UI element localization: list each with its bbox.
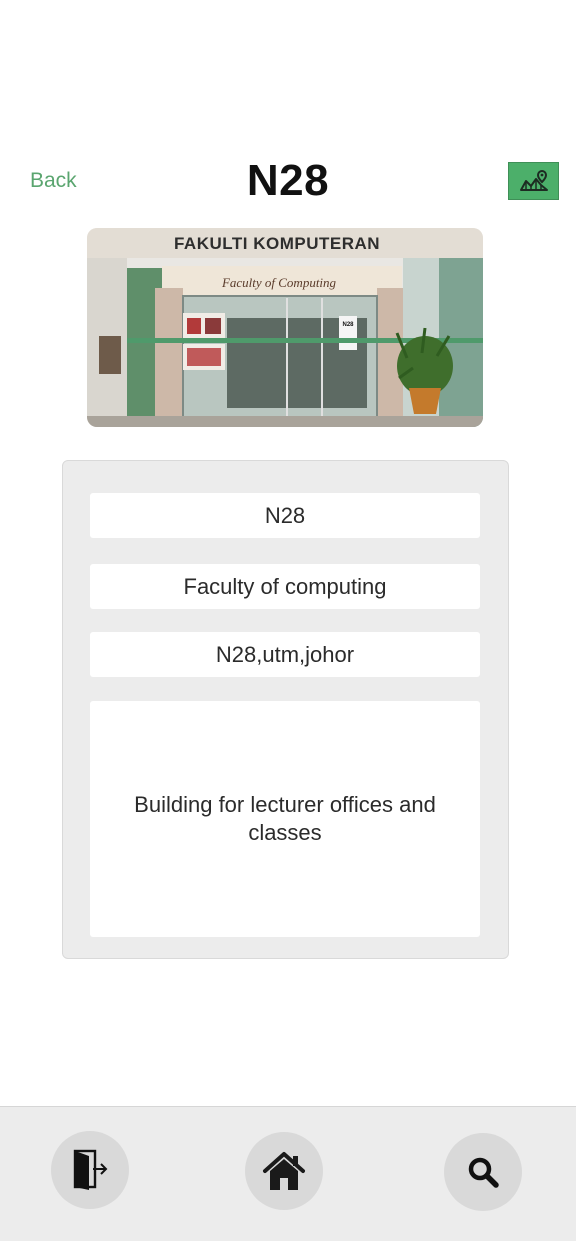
exit-button[interactable]: [51, 1131, 129, 1209]
map-pin-icon: [519, 169, 548, 191]
search-icon: [468, 1157, 499, 1188]
poster-label: N28: [342, 322, 354, 328]
page-title: N28: [246, 156, 330, 205]
building-subsign-text: Faculty of Computing: [221, 275, 337, 290]
building-info-card: N28 Faculty of computing N28,utm,johor B…: [62, 460, 509, 959]
building-address-field: N28,utm,johor: [90, 632, 480, 677]
building-detail-screen: Back N28 FAKULTI KOMPUTERAN Faculty of C…: [0, 0, 576, 1241]
map-button[interactable]: [508, 162, 559, 200]
building-code-field: N28: [90, 493, 480, 538]
search-button[interactable]: [444, 1133, 522, 1211]
bottom-navigation: [0, 1106, 576, 1241]
building-name-field: Faculty of computing: [90, 564, 480, 609]
home-button[interactable]: [245, 1132, 323, 1210]
building-sign-text: FAKULTI KOMPUTERAN: [174, 234, 380, 253]
exit-door-icon: [73, 1149, 108, 1190]
home-icon: [263, 1152, 305, 1190]
building-description-field: Building for lecturer offices and classe…: [90, 701, 480, 937]
header: Back N28: [0, 150, 576, 212]
building-photo: FAKULTI KOMPUTERAN Faculty of Computing: [87, 228, 483, 427]
